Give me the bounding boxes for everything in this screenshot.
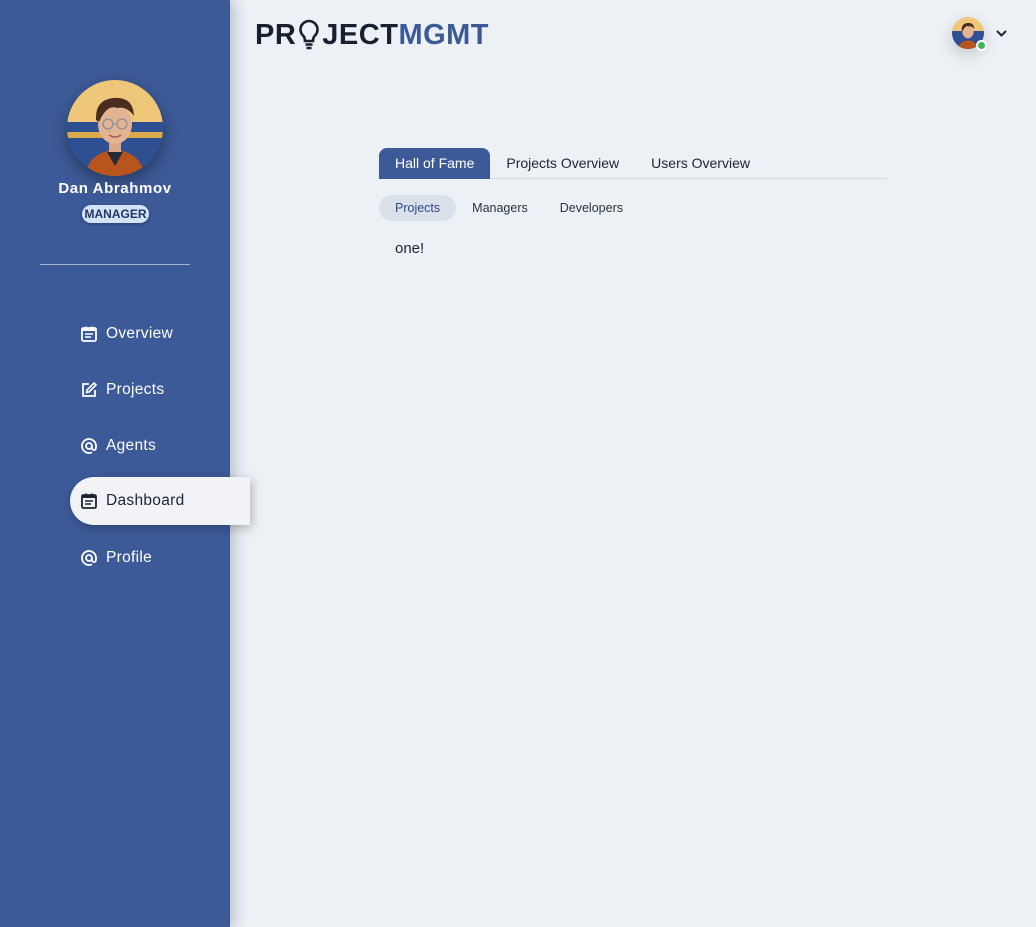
at-sign-icon — [80, 549, 98, 567]
role-badge: MANAGER — [82, 205, 149, 223]
sidebar-divider — [40, 264, 190, 265]
subtab-managers[interactable]: Managers — [456, 195, 544, 221]
subtab-projects[interactable]: Projects — [379, 195, 457, 221]
sidebar-item-label: Projects — [106, 381, 165, 398]
sidebar-item-label: Overview — [106, 325, 173, 342]
sidebar-item-label: Profile — [106, 549, 153, 566]
at-sign-icon — [80, 437, 98, 455]
lightbulb-icon — [297, 18, 321, 52]
subtab-developers[interactable]: Developers — [544, 195, 639, 221]
sidebar-item-projects[interactable]: Projects — [80, 378, 164, 402]
user-avatar[interactable] — [67, 80, 163, 176]
calendar-icon — [80, 325, 98, 343]
edit-icon — [80, 381, 98, 399]
sidebar-item-overview[interactable]: Overview — [80, 322, 173, 346]
logo-text-middle: JECT — [322, 18, 399, 51]
app-logo[interactable]: PR JECT MGMT — [255, 17, 489, 53]
tab-projects-overview[interactable]: Projects Overview — [490, 148, 635, 179]
sidebar-item-agents[interactable]: Agents — [80, 434, 156, 458]
tab-users-overview[interactable]: Users Overview — [635, 148, 766, 179]
sidebar-item-label: Dashboard — [106, 492, 185, 509]
sidebar: Dan Abrahmov MANAGER Overview Projects A… — [0, 0, 250, 927]
logo-text-accent: MGMT — [398, 18, 490, 51]
logo-text-prefix: PR — [255, 18, 297, 51]
tab-hall-of-fame[interactable]: Hall of Fame — [379, 148, 491, 179]
sidebar-item-profile[interactable]: Profile — [80, 546, 152, 570]
subtab-bar: Projects Managers Developers — [379, 195, 639, 221]
account-avatar[interactable] — [952, 17, 987, 51]
user-name: Dan Abrahmov — [58, 180, 172, 197]
tab-panel-content: one! — [395, 240, 425, 257]
calendar-icon — [80, 492, 98, 510]
sidebar-item-label: Agents — [106, 437, 157, 454]
sidebar-item-dashboard[interactable]: Dashboard — [70, 477, 250, 525]
online-status-indicator — [976, 40, 987, 51]
tab-bar: Hall of Fame Projects Overview Users Ove… — [379, 148, 887, 179]
chevron-down-icon[interactable] — [995, 27, 1008, 40]
